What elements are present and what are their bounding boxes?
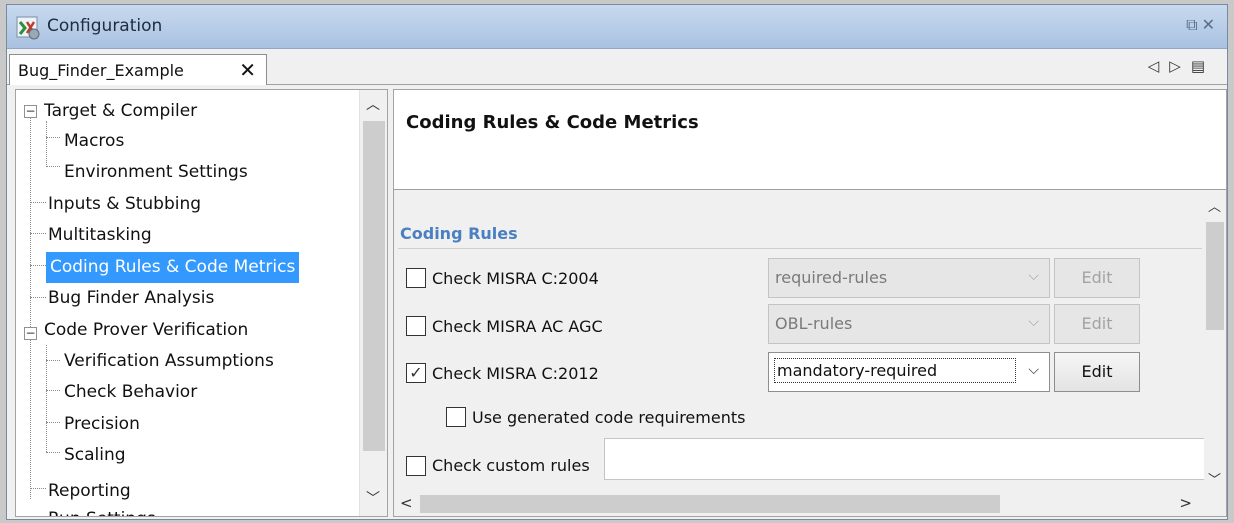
tree-connector bbox=[30, 111, 31, 499]
settings-content-panel: Coding Rules & Code Metrics Coding Rules… bbox=[393, 89, 1227, 517]
tree-item-coding-rules[interactable]: Coding Rules & Code Metrics bbox=[46, 252, 300, 283]
misra-ac-agc-edit-button[interactable]: Edit bbox=[1054, 304, 1140, 344]
misra-c2004-checkbox[interactable] bbox=[406, 268, 426, 288]
chevron-down-icon: ⌵ bbox=[1028, 314, 1039, 330]
window-controls[interactable]: ⧉✕ bbox=[1186, 15, 1219, 35]
tree-item-environment-settings[interactable]: Environment Settings bbox=[64, 157, 248, 188]
scroll-up-icon[interactable]: ︿ bbox=[1208, 196, 1221, 215]
tree-item-multitasking[interactable]: Multitasking bbox=[48, 220, 152, 251]
misra-c2004-edit-button[interactable]: Edit bbox=[1054, 258, 1140, 298]
tree-connector bbox=[46, 390, 60, 391]
scroll-up-icon[interactable]: ︿ bbox=[366, 94, 380, 114]
tree-scrollbar[interactable]: ︿ ﹀ bbox=[359, 90, 387, 516]
window-title: Configuration bbox=[47, 16, 163, 36]
tree-scroll-thumb[interactable] bbox=[363, 121, 385, 451]
tab-navigation: ◁▷▤ bbox=[1148, 57, 1215, 75]
custom-rules-checkbox[interactable] bbox=[406, 456, 426, 476]
collapse-icon[interactable]: − bbox=[24, 327, 37, 340]
configuration-tree-panel: − − Target & Compiler Macros Environment… bbox=[15, 89, 388, 517]
tree-connector bbox=[46, 137, 60, 138]
content-horizontal-scroll-thumb[interactable] bbox=[420, 495, 1000, 513]
tree-connector bbox=[30, 488, 46, 489]
tree-item-precision[interactable]: Precision bbox=[64, 409, 140, 440]
tree-item-scaling[interactable]: Scaling bbox=[64, 440, 126, 471]
tree-connector bbox=[46, 166, 60, 167]
section-title: Coding Rules bbox=[400, 224, 518, 243]
generated-code-checkbox[interactable] bbox=[446, 407, 466, 427]
tree-connector bbox=[46, 345, 47, 452]
collapse-icon[interactable]: − bbox=[24, 105, 37, 118]
tab-bug-finder-example[interactable]: Bug_Finder_Example ✕ bbox=[9, 54, 267, 85]
scroll-left-icon[interactable]: < bbox=[400, 494, 413, 512]
tree-item-run-settings[interactable]: Run Settings bbox=[48, 504, 156, 516]
close-tab-icon[interactable]: ✕ bbox=[239, 58, 256, 82]
tree-connector bbox=[46, 422, 60, 423]
misra-c2004-label: Check MISRA C:2004 bbox=[432, 269, 599, 288]
custom-rules-file-field[interactable] bbox=[604, 438, 1208, 480]
misra-ac-agc-checkbox[interactable] bbox=[406, 316, 426, 336]
tab-menu-icon[interactable]: ▤ bbox=[1191, 57, 1215, 75]
title-bar: Configuration ⧉✕ bbox=[7, 5, 1227, 49]
configuration-app-icon bbox=[16, 16, 40, 40]
misra-c2004-dropdown-value: required-rules bbox=[775, 268, 888, 287]
scroll-down-icon[interactable]: ﹀ bbox=[1208, 469, 1221, 488]
tree-connector bbox=[30, 202, 46, 203]
misra-c2012-label: Check MISRA C:2012 bbox=[432, 364, 599, 383]
misra-ac-agc-dropdown-value: OBL-rules bbox=[775, 314, 853, 333]
content-header: Coding Rules & Code Metrics bbox=[394, 90, 1226, 190]
tree-item-check-behavior[interactable]: Check Behavior bbox=[64, 377, 197, 408]
tree-connector bbox=[46, 360, 60, 361]
misra-ac-agc-label: Check MISRA AC AGC bbox=[432, 317, 603, 336]
misra-c2012-edit-button[interactable]: Edit bbox=[1054, 352, 1140, 392]
next-tab-icon[interactable]: ▷ bbox=[1169, 57, 1191, 75]
chevron-down-icon: ⌵ bbox=[1028, 362, 1039, 378]
tree-item-verification-assumptions[interactable]: Verification Assumptions bbox=[64, 346, 274, 377]
misra-c2012-dropdown-value: mandatory-required bbox=[774, 358, 1016, 383]
tree-item-macros[interactable]: Macros bbox=[64, 126, 124, 157]
tree-item-inputs-stubbing[interactable]: Inputs & Stubbing bbox=[48, 189, 201, 220]
content-vertical-scrollbar[interactable]: ︿ ﹀ bbox=[1204, 190, 1226, 494]
previous-tab-icon[interactable]: ◁ bbox=[1148, 57, 1170, 75]
page-title: Coding Rules & Code Metrics bbox=[406, 112, 699, 133]
tree-item-target-compiler[interactable]: Target & Compiler bbox=[44, 96, 197, 127]
tree-item-code-prover-verification[interactable]: Code Prover Verification bbox=[44, 315, 248, 346]
content-vertical-scroll-thumb[interactable] bbox=[1206, 222, 1224, 330]
tab-label: Bug_Finder_Example bbox=[18, 61, 184, 80]
chevron-down-icon: ⌵ bbox=[1028, 268, 1039, 284]
custom-rules-label: Check custom rules bbox=[432, 456, 590, 475]
generated-code-label: Use generated code requirements bbox=[472, 408, 746, 427]
section-divider bbox=[398, 248, 1202, 249]
tree-item-bug-finder-analysis[interactable]: Bug Finder Analysis bbox=[48, 283, 214, 314]
tree-connector bbox=[46, 121, 47, 165]
tree-connector bbox=[46, 452, 60, 453]
scroll-down-icon[interactable]: ﹀ bbox=[366, 488, 380, 508]
tree-connector bbox=[30, 297, 46, 298]
misra-c2012-dropdown[interactable]: mandatory-required ⌵ bbox=[768, 352, 1050, 392]
tree-connector bbox=[30, 265, 46, 266]
misra-c2004-dropdown[interactable]: required-rules ⌵ bbox=[768, 258, 1050, 298]
content-horizontal-scrollbar[interactable]: < > bbox=[394, 492, 1206, 516]
misra-c2012-checkbox[interactable]: ✓ bbox=[406, 363, 426, 383]
configuration-window: Configuration ⧉✕ Bug_Finder_Example ✕ ◁▷… bbox=[6, 4, 1228, 520]
configuration-tree: − − Target & Compiler Macros Environment… bbox=[16, 90, 361, 516]
scroll-right-icon[interactable]: > bbox=[1179, 494, 1192, 512]
tree-item-reporting[interactable]: Reporting bbox=[48, 476, 131, 507]
misra-ac-agc-dropdown[interactable]: OBL-rules ⌵ bbox=[768, 304, 1050, 344]
document-tab-bar: Bug_Finder_Example ✕ ◁▷▤ bbox=[7, 49, 1227, 85]
tree-connector bbox=[30, 233, 46, 234]
